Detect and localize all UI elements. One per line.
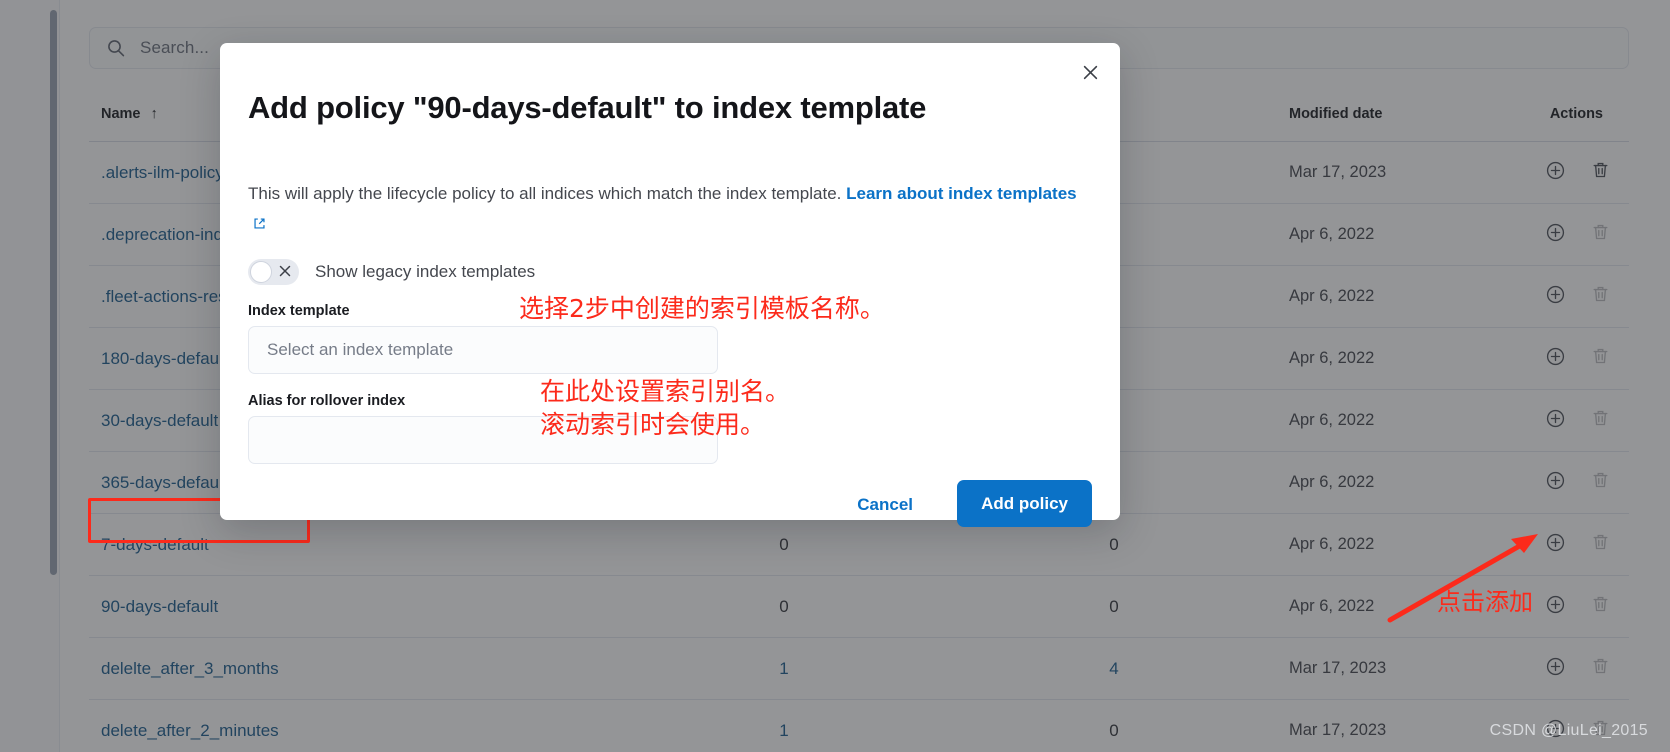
close-icon	[1083, 65, 1097, 79]
toggle-label: Show legacy index templates	[315, 262, 536, 281]
index-template-placeholder: Select an index template	[267, 340, 454, 359]
modal-description: This will apply the lifecycle policy to …	[248, 179, 1078, 240]
modal-title: Add policy "90-days-default" to index te…	[248, 90, 927, 125]
annotation-index-template-note: 选择2步中创建的索引模板名称。	[519, 294, 885, 323]
cancel-button[interactable]: Cancel	[857, 495, 913, 515]
legacy-templates-toggle-row[interactable]: Show legacy index templates	[248, 259, 535, 285]
add-policy-modal: Add policy "90-days-default" to index te…	[220, 43, 1120, 527]
show-legacy-index-templates-toggle[interactable]	[248, 259, 299, 285]
index-template-label: Index template	[248, 303, 350, 319]
close-button[interactable]	[1075, 57, 1105, 87]
learn-about-index-templates-link[interactable]: Learn about index templates	[846, 184, 1077, 203]
screenshot-root: Search... Name ↑ Modified date Actions .…	[0, 0, 1670, 752]
modal-description-text: This will apply the lifecycle policy to …	[248, 184, 847, 203]
alias-for-rollover-index-label: Alias for rollover index	[248, 393, 406, 409]
index-template-select[interactable]: Select an index template	[248, 326, 718, 374]
annotation-click-add-note: 点击添加	[1437, 588, 1533, 616]
add-policy-button[interactable]: Add policy	[957, 480, 1092, 527]
annotation-alias-note: 在此处设置索引别名。 滚动索引时会使用。	[540, 377, 791, 439]
toggle-knob	[250, 261, 272, 283]
external-link-icon	[253, 210, 266, 240]
watermark: CSDN @LiuLei_2015	[1489, 722, 1648, 739]
toggle-off-x-icon	[279, 265, 291, 277]
